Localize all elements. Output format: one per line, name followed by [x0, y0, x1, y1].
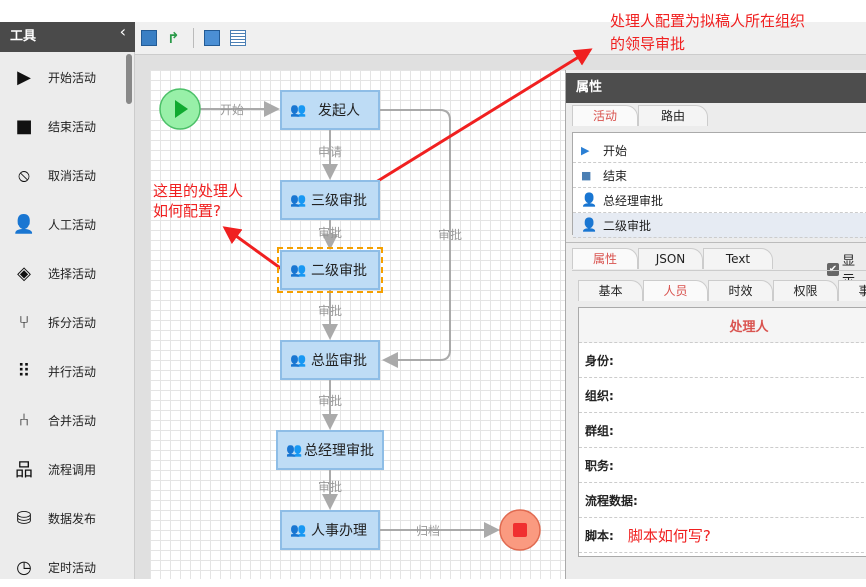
tab-properties[interactable]: 属性 — [572, 248, 638, 269]
checkbox-checked-icon[interactable]: ✔ — [827, 262, 839, 276]
tab-routes[interactable]: 路由 — [638, 105, 708, 126]
process-node[interactable]: 👥 三级审批 — [280, 180, 380, 220]
tab-personnel[interactable]: 人员 — [643, 280, 708, 301]
node-label: 发起人 — [318, 103, 360, 119]
node-label: 总监审批 — [311, 353, 367, 369]
field-identity[interactable]: 身份: — [579, 343, 866, 378]
properties-title: 属性 — [566, 73, 866, 103]
field-label: 脚本: — [585, 528, 614, 543]
field-label: 职务: — [585, 458, 614, 473]
users-icon: 👥 — [290, 352, 307, 368]
tab-basic[interactable]: 基本 — [578, 280, 643, 301]
edge-label-loop: 审批 — [438, 228, 463, 242]
users-icon: 👥 — [286, 442, 303, 458]
field-organization[interactable]: 组织: — [579, 378, 866, 413]
list-item[interactable]: ▶ 开始 — [573, 138, 866, 163]
stop-icon: ■ — [581, 168, 592, 182]
list-item[interactable]: ■ 结束 — [573, 163, 866, 188]
tab-timing[interactable]: 时效 — [708, 280, 773, 301]
tab-events[interactable]: 事件 — [838, 280, 866, 301]
node-label: 三级审批 — [311, 193, 367, 209]
form-title: 处理人 — [579, 308, 866, 343]
edge-label-approve: 审批 — [318, 480, 343, 494]
field-duty[interactable]: 职务: — [579, 448, 866, 483]
edge-label-approve: 审批 — [318, 394, 343, 408]
annotation-top-line2: 的领导审批 — [610, 35, 686, 53]
field-script[interactable]: 脚本: 脚本如何写? — [579, 518, 866, 553]
tab-json[interactable]: JSON — [638, 248, 703, 269]
edge-label-approve: 审批 — [318, 304, 343, 318]
person-icon: 👤 — [581, 192, 598, 208]
process-node[interactable]: 👥 发起人 — [280, 90, 380, 130]
list-item-label: 开始 — [603, 143, 628, 158]
edge-label-approve: 审批 — [318, 226, 343, 240]
list-item-label: 二级审批 — [603, 218, 652, 233]
process-node[interactable]: 👥 人事办理 — [280, 510, 380, 550]
node-label: 总经理审批 — [304, 443, 374, 459]
field-process-data[interactable]: 流程数据: — [579, 483, 866, 518]
list-item-label: 结束 — [603, 168, 628, 183]
handler-form: 处理人 身份: 组织: 群组: 职务: 流程数据: 脚本: 脚本如何写? — [578, 307, 866, 557]
node-label: 人事办理 — [311, 523, 367, 539]
person-icon: 👤 — [581, 217, 598, 233]
stop-icon — [513, 523, 527, 537]
process-node[interactable]: 👥 总监审批 — [280, 340, 380, 380]
list-item-label: 总经理审批 — [603, 193, 664, 208]
activity-list: ▶ 开始 ■ 结束 👤 总经理审批 👤 二级审批 — [572, 132, 866, 238]
properties-panel: 属性 活动 路由 ▶ 开始 ■ 结束 👤 总经理审批 👤 二级审批 属性 JSON Te… — [565, 70, 866, 579]
field-label: 群组: — [585, 423, 614, 438]
annotation-script-note: 脚本如何写? — [627, 526, 711, 545]
users-icon: 👥 — [290, 102, 307, 118]
users-icon: 👥 — [290, 192, 307, 208]
annotation-top-line1: 处理人配置为拟稿人所在组织 — [610, 12, 806, 30]
edge-label-apply: 申请 — [318, 145, 343, 159]
play-icon: ▶ — [581, 143, 590, 157]
tab-activities[interactable]: 活动 — [572, 105, 638, 126]
field-label: 身份: — [585, 353, 614, 368]
annotation-arrow-top — [367, 48, 593, 189]
field-label: 组织: — [585, 388, 614, 403]
annotation-left-line1: 这里的处理人 — [153, 182, 244, 200]
edge-label-start: 开始 — [220, 103, 245, 117]
field-group[interactable]: 群组: — [579, 413, 866, 448]
users-icon: 👥 — [290, 522, 307, 538]
tab-permissions[interactable]: 权限 — [773, 280, 838, 301]
selection-outline — [277, 247, 383, 293]
annotation-left-line2: 如何配置? — [153, 202, 221, 220]
list-item-selected[interactable]: 👤 二级审批 — [573, 213, 866, 238]
tab-text[interactable]: Text — [703, 248, 773, 269]
edge-label-archive: 归档 — [416, 524, 441, 538]
process-node[interactable]: 👥 总经理审批 — [276, 430, 384, 470]
field-label: 流程数据: — [585, 493, 638, 508]
list-item[interactable]: 👤 总经理审批 — [573, 188, 866, 213]
